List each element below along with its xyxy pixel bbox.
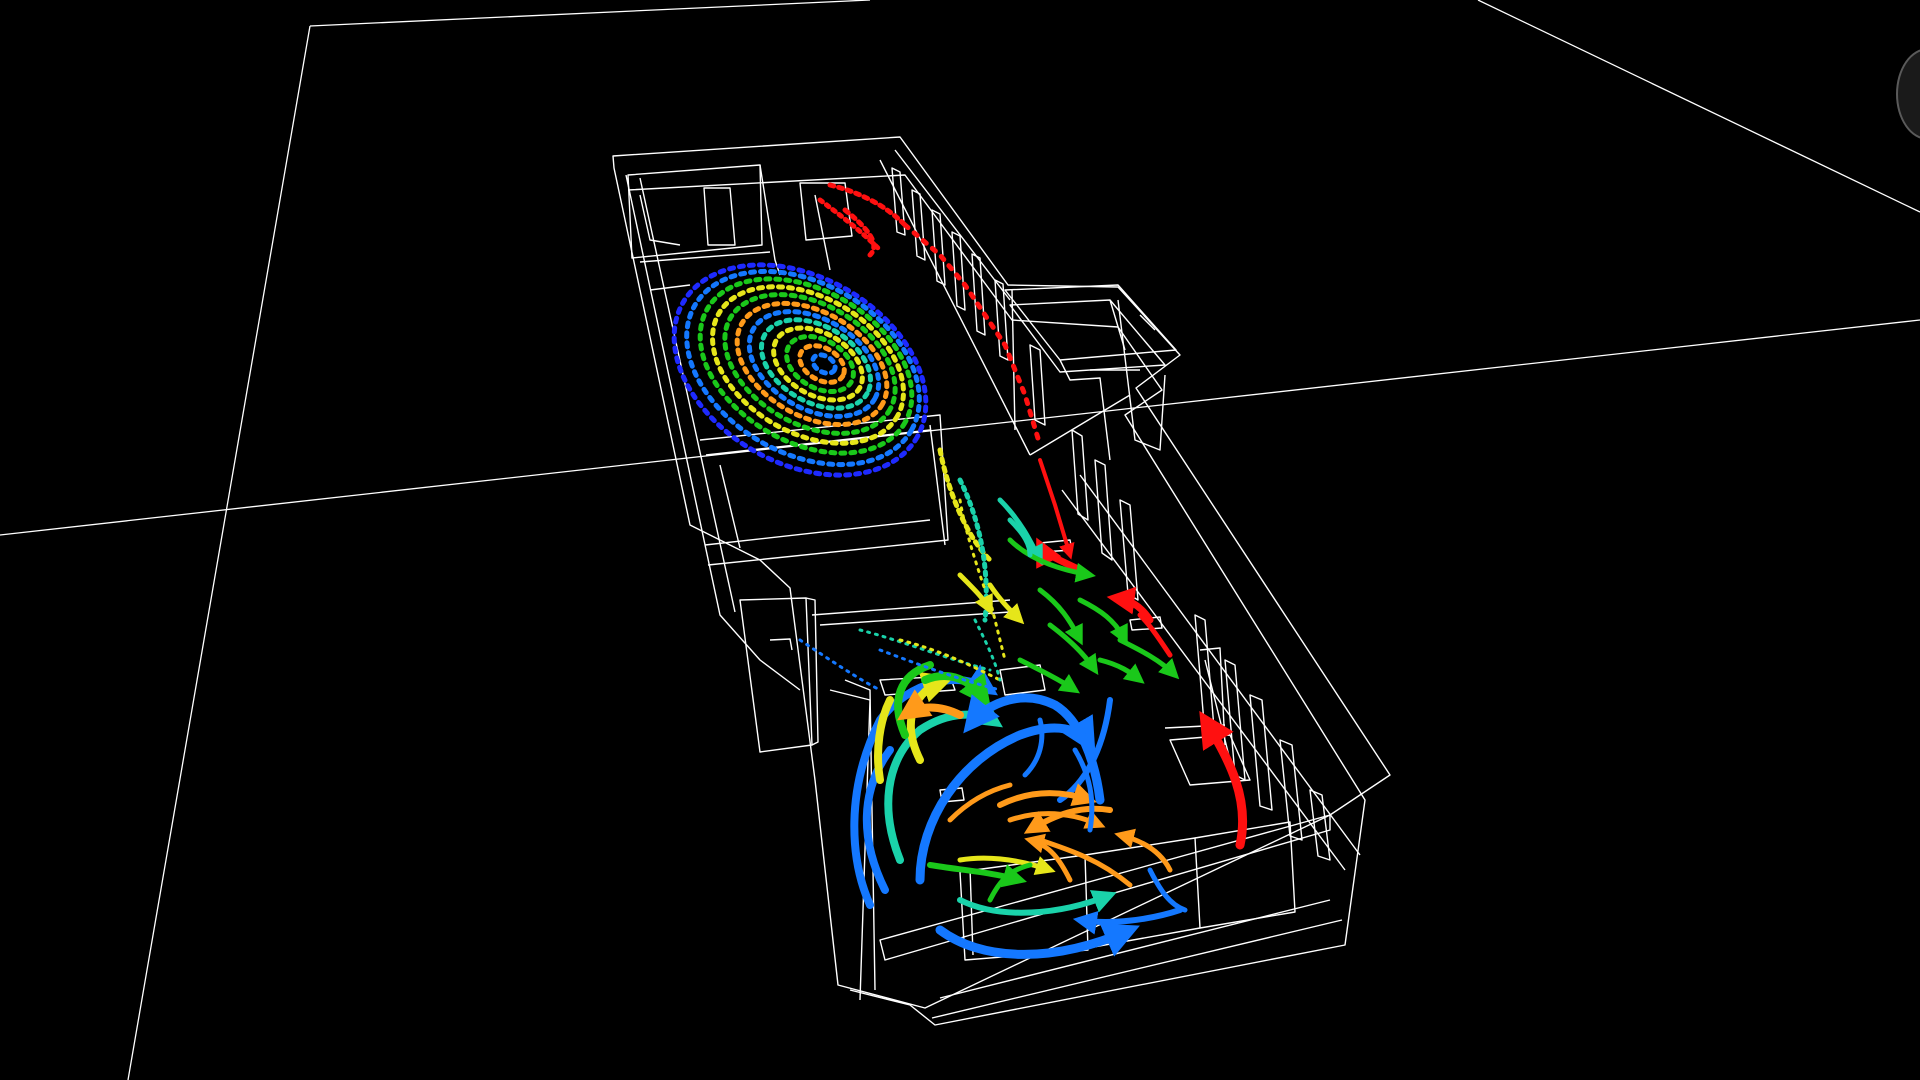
upper-vortex	[671, 262, 929, 478]
scene-canvas[interactable]	[0, 0, 1920, 1080]
3d-viewport[interactable]	[0, 0, 1920, 1080]
lower-main-swirl	[915, 693, 1188, 959]
mid-room-streaks	[798, 498, 1007, 692]
flow-visualization	[671, 182, 1248, 959]
mid-streams	[937, 447, 1180, 694]
red-stream	[817, 182, 1248, 850]
